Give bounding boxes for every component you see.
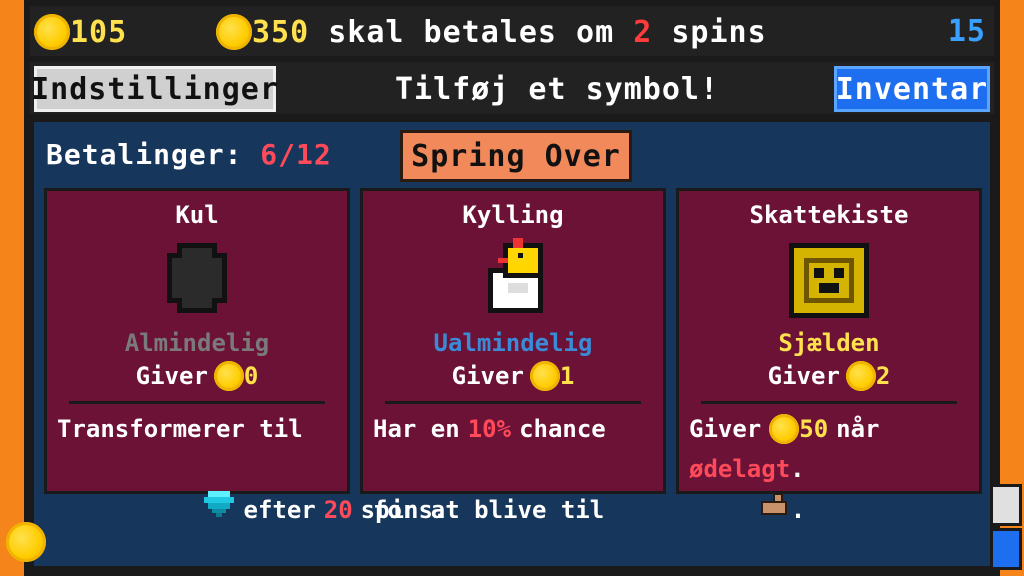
- payments-label: Betalinger:: [46, 138, 243, 171]
- desc-text: Giver: [689, 415, 762, 443]
- rarity-label: Almindelig: [124, 329, 270, 357]
- symbol-card-treasure-chest[interactable]: Skattekiste Sjælden Giver 2 Giver 50 når…: [676, 188, 982, 494]
- coin-icon: [216, 14, 252, 50]
- rent-due-info: 350 skal betales om 2 spins: [216, 14, 767, 50]
- page-title: Tilføj et symbol!: [394, 72, 720, 107]
- coin-icon: [213, 361, 244, 391]
- desc-text: .: [790, 455, 805, 483]
- payments-value: 6/12: [260, 138, 332, 171]
- desc-keyword: ødelagt: [689, 455, 791, 483]
- desc-text: for at blive til: [373, 496, 605, 524]
- inventory-button[interactable]: Inventar: [834, 66, 990, 112]
- rent-spins-left: 2: [633, 14, 653, 50]
- payout-info: Giver 2: [679, 361, 979, 391]
- coin-icon: [845, 361, 876, 391]
- desc-text: efter: [243, 496, 316, 524]
- rent-amount: 350: [252, 14, 310, 50]
- divider: [69, 401, 325, 404]
- round-counter: 15: [947, 14, 986, 49]
- side-tab-top[interactable]: [990, 484, 1022, 526]
- payout-label: Giver: [767, 362, 840, 390]
- desc-number: 20: [323, 496, 353, 524]
- settings-button[interactable]: Indstillinger: [31, 66, 278, 112]
- divider: [701, 401, 957, 404]
- symbol-name: Kylling: [462, 201, 564, 229]
- treasure-chest-icon: [784, 233, 874, 323]
- desc-text: .: [790, 496, 806, 524]
- symbol-choice-panel: Betalinger: 6/12 Spring Over Kul Alminde…: [30, 118, 994, 570]
- payout-value: 2: [875, 362, 891, 390]
- payout-info: Giver 0: [47, 361, 347, 391]
- coin-icon: [769, 414, 800, 444]
- symbol-name: Skattekiste: [749, 201, 909, 229]
- rent-text-2: spins: [671, 14, 767, 50]
- chicken-icon: [468, 233, 558, 323]
- coal-icon: [152, 233, 242, 323]
- desc-text: chance: [519, 415, 606, 443]
- payout-info: Giver 1: [363, 361, 663, 391]
- rarity-label: Ualmindelig: [433, 329, 593, 357]
- payout-label: Giver: [451, 362, 524, 390]
- symbol-card-coal[interactable]: Kul Almindelig Giver 0 Transformerer til: [44, 188, 447, 524]
- payments-counter: Betalinger: 6/12: [46, 138, 332, 171]
- symbol-description: Transformerer til efter 20 spins.: [57, 409, 447, 571]
- symbol-card-chicken[interactable]: Kylling Ualmindelig Giver 1 Har en 10% c…: [360, 188, 805, 524]
- desc-text: Transformerer til: [57, 415, 303, 443]
- coin-counter: 105: [34, 14, 127, 50]
- desc-number: 50: [799, 415, 829, 443]
- top-status-bar: 105 350 skal betales om 2 spins 15: [30, 6, 994, 56]
- payout-value: 0: [243, 362, 259, 390]
- side-tab-bottom[interactable]: [990, 528, 1022, 570]
- symbol-name: Kul: [175, 201, 219, 229]
- payout-label: Giver: [135, 362, 208, 390]
- symbol-description: Giver 50 når ødelagt.: [689, 409, 971, 489]
- rarity-label: Sjælden: [778, 329, 880, 357]
- desc-number: 10%: [467, 415, 512, 443]
- payout-value: 1: [559, 362, 575, 390]
- symbol-description: Har en 10% chance for at blive til .: [373, 409, 805, 571]
- desc-text: Har en: [373, 415, 460, 443]
- divider: [385, 401, 641, 404]
- nav-bar: Indstillinger Tilføj et symbol! Inventar: [30, 62, 994, 114]
- coin-icon: [529, 361, 560, 391]
- coin-count: 105: [70, 14, 128, 50]
- skip-button[interactable]: Spring Over: [400, 130, 632, 182]
- rent-text-1: skal betales om: [328, 14, 615, 50]
- diamond-icon: [57, 449, 236, 571]
- coin-icon: [34, 14, 70, 50]
- background-coin-icon: [6, 522, 46, 562]
- desc-text: når: [836, 415, 880, 443]
